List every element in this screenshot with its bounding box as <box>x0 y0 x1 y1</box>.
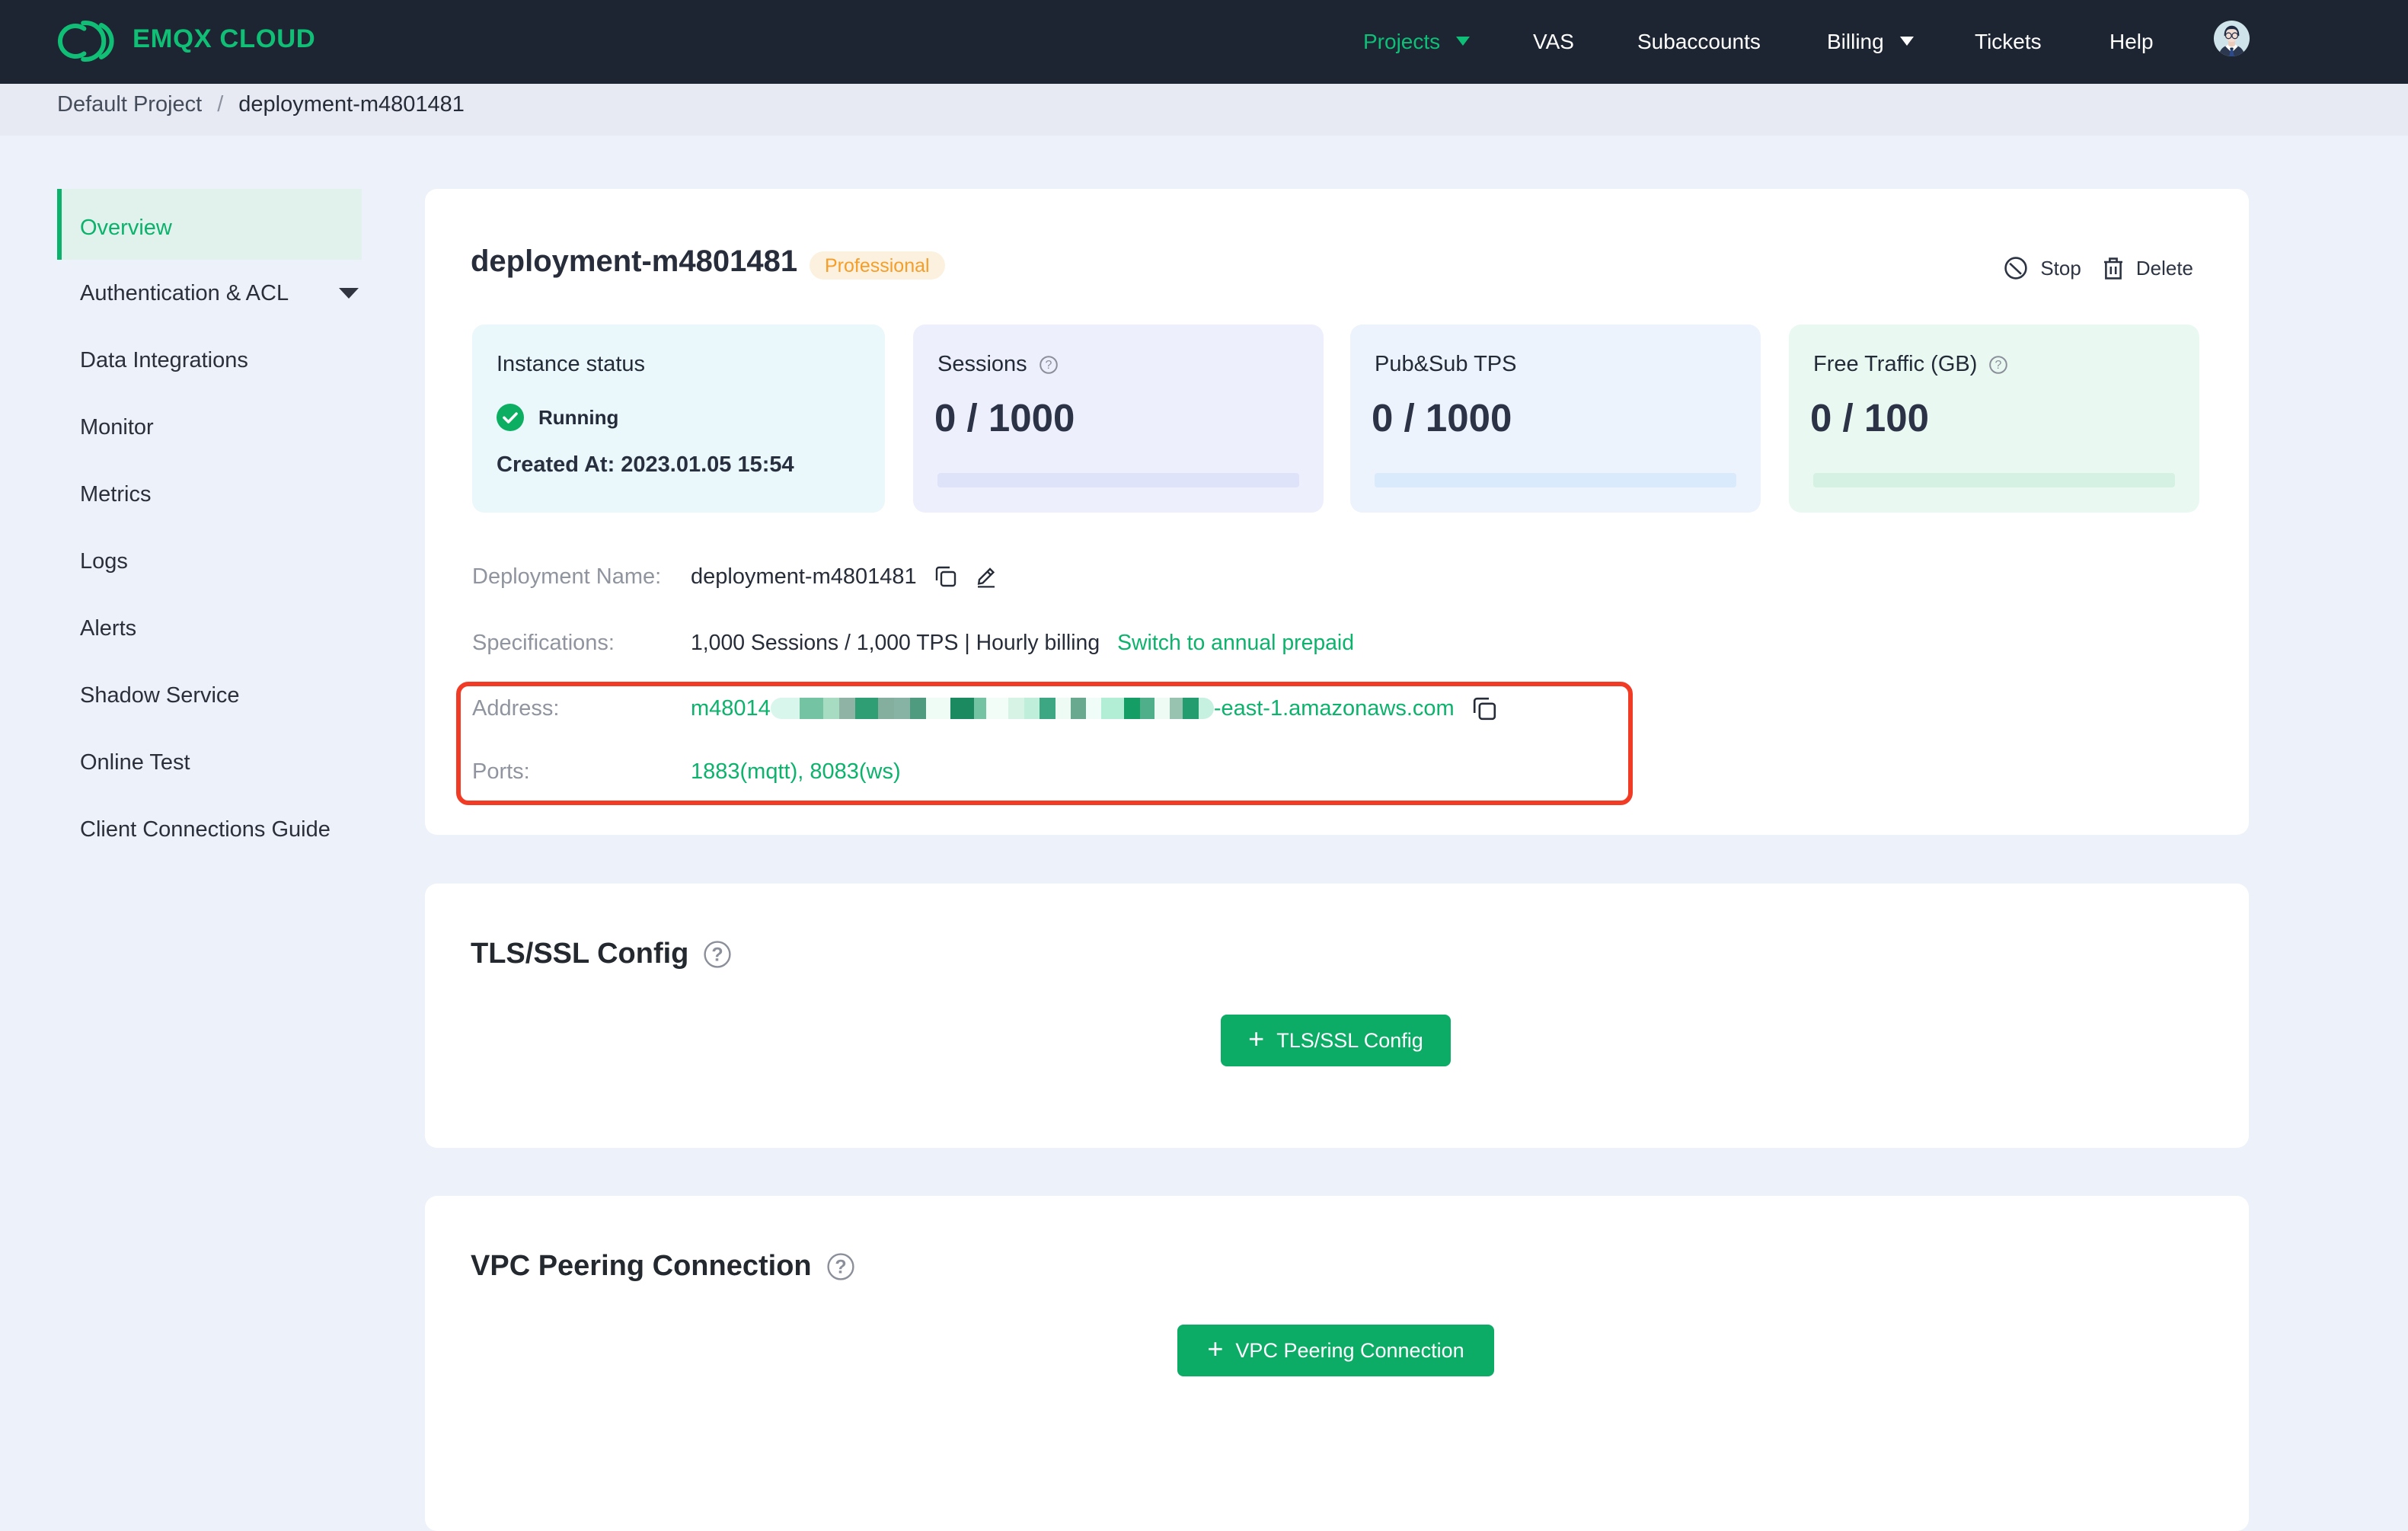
svg-text:?: ? <box>835 1256 846 1277</box>
svg-text:?: ? <box>1045 359 1052 372</box>
svg-text:?: ? <box>1995 359 2002 372</box>
svg-text:?: ? <box>712 944 723 965</box>
